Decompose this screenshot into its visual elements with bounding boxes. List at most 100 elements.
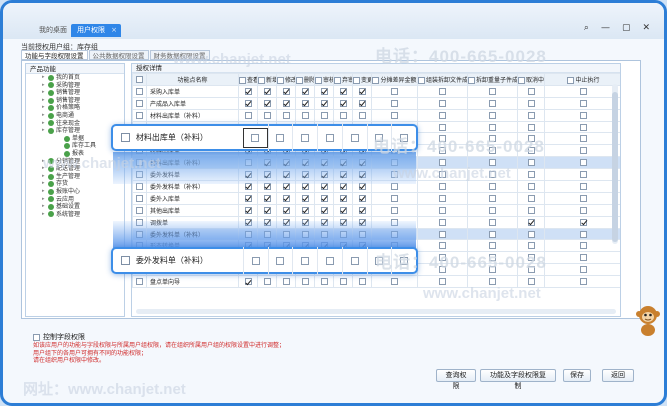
permission-cell[interactable]	[517, 191, 545, 205]
permission-checkbox[interactable]	[301, 194, 309, 202]
permission-cell[interactable]	[238, 108, 258, 122]
permission-cell[interactable]	[371, 275, 418, 289]
permission-cell[interactable]	[257, 191, 277, 205]
permission-checkbox[interactable]	[439, 182, 446, 190]
permission-checkbox[interactable]	[580, 87, 587, 95]
permission-cell[interactable]	[238, 96, 258, 110]
grid-horizontal-scrollbar[interactable]	[136, 309, 616, 314]
permission-checkbox[interactable]	[263, 278, 271, 286]
permission-checkbox[interactable]	[489, 159, 496, 167]
permission-checkbox[interactable]	[527, 230, 535, 238]
zoom-checkbox[interactable]	[400, 256, 409, 265]
permission-cell[interactable]	[544, 203, 620, 217]
zoom-cell[interactable]	[391, 124, 416, 151]
permission-checkbox[interactable]	[339, 182, 347, 190]
permission-cell[interactable]	[417, 144, 468, 158]
permission-cell[interactable]	[371, 191, 418, 205]
permission-cell[interactable]	[295, 275, 315, 289]
zoom-cell[interactable]	[292, 124, 317, 151]
row-checkbox[interactable]	[136, 194, 143, 202]
permission-cell[interactable]	[238, 84, 258, 98]
table-row[interactable]: 委外入库单	[132, 191, 620, 205]
permission-cell[interactable]	[467, 227, 518, 241]
permission-cell[interactable]	[352, 96, 372, 110]
permission-checkbox[interactable]	[391, 194, 398, 202]
permission-checkbox[interactable]	[580, 135, 587, 143]
permission-cell[interactable]	[544, 96, 620, 110]
zoom-checkbox[interactable]	[400, 133, 409, 142]
permission-cell[interactable]	[467, 120, 518, 134]
query-permissions-button[interactable]: 查询权限	[436, 369, 476, 390]
close-icon[interactable]: ✕	[642, 23, 650, 33]
permission-cell[interactable]	[333, 275, 353, 289]
field-control-checkbox[interactable]	[33, 333, 40, 341]
permission-cell[interactable]	[276, 108, 296, 122]
permission-cell[interactable]	[352, 203, 372, 217]
maximize-icon[interactable]: ▢	[622, 23, 631, 33]
tab-close-icon[interactable]: ×	[111, 24, 117, 37]
permission-checkbox[interactable]	[439, 147, 446, 155]
grid-vertical-scrollbar[interactable]	[612, 84, 618, 244]
permission-cell[interactable]	[517, 156, 545, 170]
table-row[interactable]: 其他出库单	[132, 203, 620, 217]
permission-checkbox[interactable]	[320, 87, 328, 95]
permission-cell[interactable]	[417, 239, 468, 253]
permission-checkbox[interactable]	[527, 254, 535, 262]
permission-checkbox[interactable]	[527, 266, 535, 274]
permission-checkbox[interactable]	[580, 147, 587, 155]
tab-function-field[interactable]: 功能与字段权限设置	[21, 50, 88, 60]
zoom-cell[interactable]	[341, 124, 367, 151]
permission-checkbox[interactable]	[580, 159, 587, 167]
column-header[interactable]: 弃审	[333, 73, 353, 86]
permission-checkbox[interactable]	[580, 242, 587, 250]
permission-checkbox[interactable]	[339, 194, 347, 202]
permission-checkbox[interactable]	[527, 159, 535, 167]
zoom-checkbox[interactable]	[251, 133, 260, 142]
permission-cell[interactable]	[517, 180, 545, 193]
permission-cell[interactable]	[352, 108, 372, 122]
zoom-checkbox[interactable]	[325, 133, 334, 142]
permission-checkbox[interactable]	[439, 87, 446, 95]
permission-cell[interactable]	[417, 168, 468, 182]
permission-cell[interactable]	[517, 144, 545, 158]
row-checkbox[interactable]	[136, 278, 143, 286]
row-select-cell[interactable]	[132, 84, 147, 98]
permission-checkbox[interactable]	[489, 194, 496, 202]
permission-cell[interactable]	[517, 239, 545, 253]
permission-cell[interactable]	[371, 96, 418, 110]
save-button[interactable]: 保存	[563, 369, 591, 382]
permission-cell[interactable]	[544, 108, 620, 122]
permission-checkbox[interactable]	[301, 182, 309, 190]
row-select-cell[interactable]	[132, 191, 147, 205]
table-row[interactable]: 材料出库单（补料）	[132, 108, 620, 122]
permission-cell[interactable]	[544, 191, 620, 205]
zoom-checkbox[interactable]	[251, 256, 260, 265]
column-header[interactable]: 修改	[276, 73, 296, 86]
column-header[interactable]: 变更	[352, 73, 372, 86]
row-checkbox[interactable]	[136, 111, 143, 119]
permission-cell[interactable]	[517, 227, 545, 241]
column-checkbox[interactable]	[468, 76, 475, 84]
permission-cell[interactable]	[417, 203, 468, 217]
permission-checkbox[interactable]	[244, 206, 252, 214]
permission-checkbox[interactable]	[320, 194, 328, 202]
permission-checkbox[interactable]	[580, 99, 587, 107]
zoom-cell[interactable]	[341, 247, 367, 274]
permission-checkbox[interactable]	[580, 194, 587, 202]
permission-cell[interactable]	[544, 144, 620, 158]
permission-cell[interactable]	[467, 263, 518, 277]
column-checkbox[interactable]	[518, 76, 525, 84]
permission-checkbox[interactable]	[439, 135, 446, 143]
permission-checkbox[interactable]	[263, 111, 271, 119]
permission-cell[interactable]	[544, 156, 620, 170]
permission-cell[interactable]	[467, 203, 518, 217]
permission-checkbox[interactable]	[489, 87, 496, 95]
column-checkbox[interactable]	[353, 76, 360, 84]
permission-checkbox[interactable]	[580, 278, 587, 286]
permission-cell[interactable]	[417, 215, 468, 229]
permission-checkbox[interactable]	[301, 99, 309, 107]
copy-permissions-button[interactable]: 功能及字段权限复制	[480, 369, 556, 390]
permission-checkbox[interactable]	[358, 99, 366, 107]
permission-cell[interactable]	[333, 96, 353, 110]
permission-cell[interactable]	[467, 96, 518, 110]
